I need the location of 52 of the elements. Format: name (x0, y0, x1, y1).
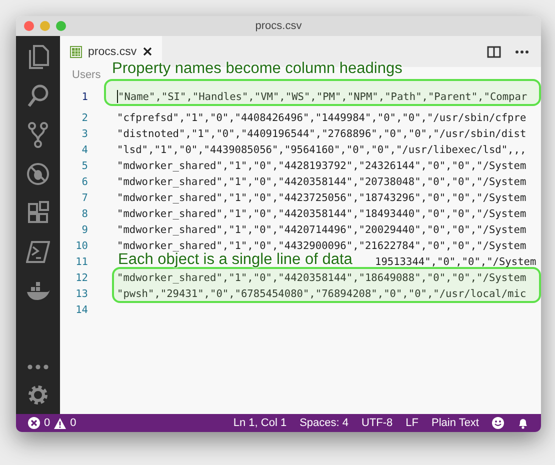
window-title: procs.csv (255, 20, 302, 32)
bell-icon[interactable] (517, 417, 529, 429)
more-icon[interactable] (515, 50, 529, 54)
annotation-text: Each object is a single line of data (118, 251, 352, 269)
extensions-icon[interactable] (26, 200, 50, 226)
status-item[interactable]: Spaces: 4 (300, 417, 348, 429)
line-number: 13 (74, 288, 89, 300)
split-editor-icon[interactable] (487, 46, 501, 58)
table-file-icon (70, 46, 82, 58)
line-number: 6 (80, 176, 89, 188)
code-line: 19513344","0","0","/System (375, 256, 536, 268)
status-item[interactable]: UTF-8 (361, 417, 393, 429)
close-icon[interactable] (142, 47, 152, 56)
files-icon[interactable] (26, 44, 50, 70)
code-line: "mdworker_shared","1","0","4423725056","18743296","0","0","/System (117, 192, 526, 204)
code-line: "distnoted","1","0","4409196544","2768896","0","0","/usr/sbin/dist (117, 128, 526, 140)
more-icon[interactable] (26, 363, 50, 371)
line-number: 7 (80, 192, 89, 204)
code-line: "mdworker_shared","1","0","4420714496","20029440","0","0","/System (117, 224, 526, 236)
code-line: "mdworker_shared","1","0","4420358144","18493440","0","0","/System (117, 208, 526, 220)
line-number: 8 (80, 208, 89, 220)
code-line: "mdworker_shared","1","0","4428193792","24326144","0","0","/System (117, 160, 526, 172)
status-item[interactable]: Ln 1, Col 1 (233, 417, 287, 429)
code-line: "mdworker_shared","1","0","4432900096","21622784","0","0","/System (117, 240, 526, 252)
code-line: "mdworker_shared","1","0","4420358144","18649088","0","0","/System (117, 272, 526, 284)
status-item[interactable]: LF (406, 417, 418, 429)
warning-count[interactable]: 0 (70, 417, 76, 429)
line-number: 4 (80, 144, 89, 156)
source-control-icon[interactable] (26, 122, 50, 148)
status-item[interactable]: Plain Text (432, 417, 479, 429)
error-count[interactable]: 0 (44, 417, 50, 429)
warning-icon[interactable] (54, 418, 66, 428)
line-number: 11 (74, 256, 89, 268)
line-number: 5 (80, 160, 89, 172)
code-line: "mdworker_shared","1","0","4420358144","20738048","0","0","/System (117, 176, 526, 188)
line-number: 2 (80, 112, 89, 124)
code-line: "pwsh","29431","0","6785454080","76894208","0","0","/usr/local/mic (117, 288, 526, 300)
code-line: "cfprefsd","1","0","4408426496","1449984","0","0","/usr/sbin/cfpre (117, 112, 526, 124)
line-number: 12 (74, 272, 89, 284)
terminal-icon[interactable] (26, 239, 50, 265)
smiley-icon[interactable] (492, 417, 504, 429)
search-icon[interactable] (26, 83, 50, 109)
code-line: "Name","SI","Handles","VM","WS","PM","NPM","Path","Parent","Compar (118, 90, 528, 102)
error-icon[interactable] (28, 417, 40, 429)
no-bug-icon[interactable] (26, 161, 50, 187)
line-number: 3 (80, 128, 89, 140)
line-number: 14 (74, 304, 89, 316)
code-line: "lsd","1","0","4439085056","9564160","0","0","/usr/libexec/lsd",,, (117, 144, 526, 156)
settings-icon[interactable] (27, 384, 49, 406)
line-number: 10 (74, 240, 89, 252)
line-number: 9 (80, 224, 89, 236)
line-number: 1 (80, 90, 89, 102)
